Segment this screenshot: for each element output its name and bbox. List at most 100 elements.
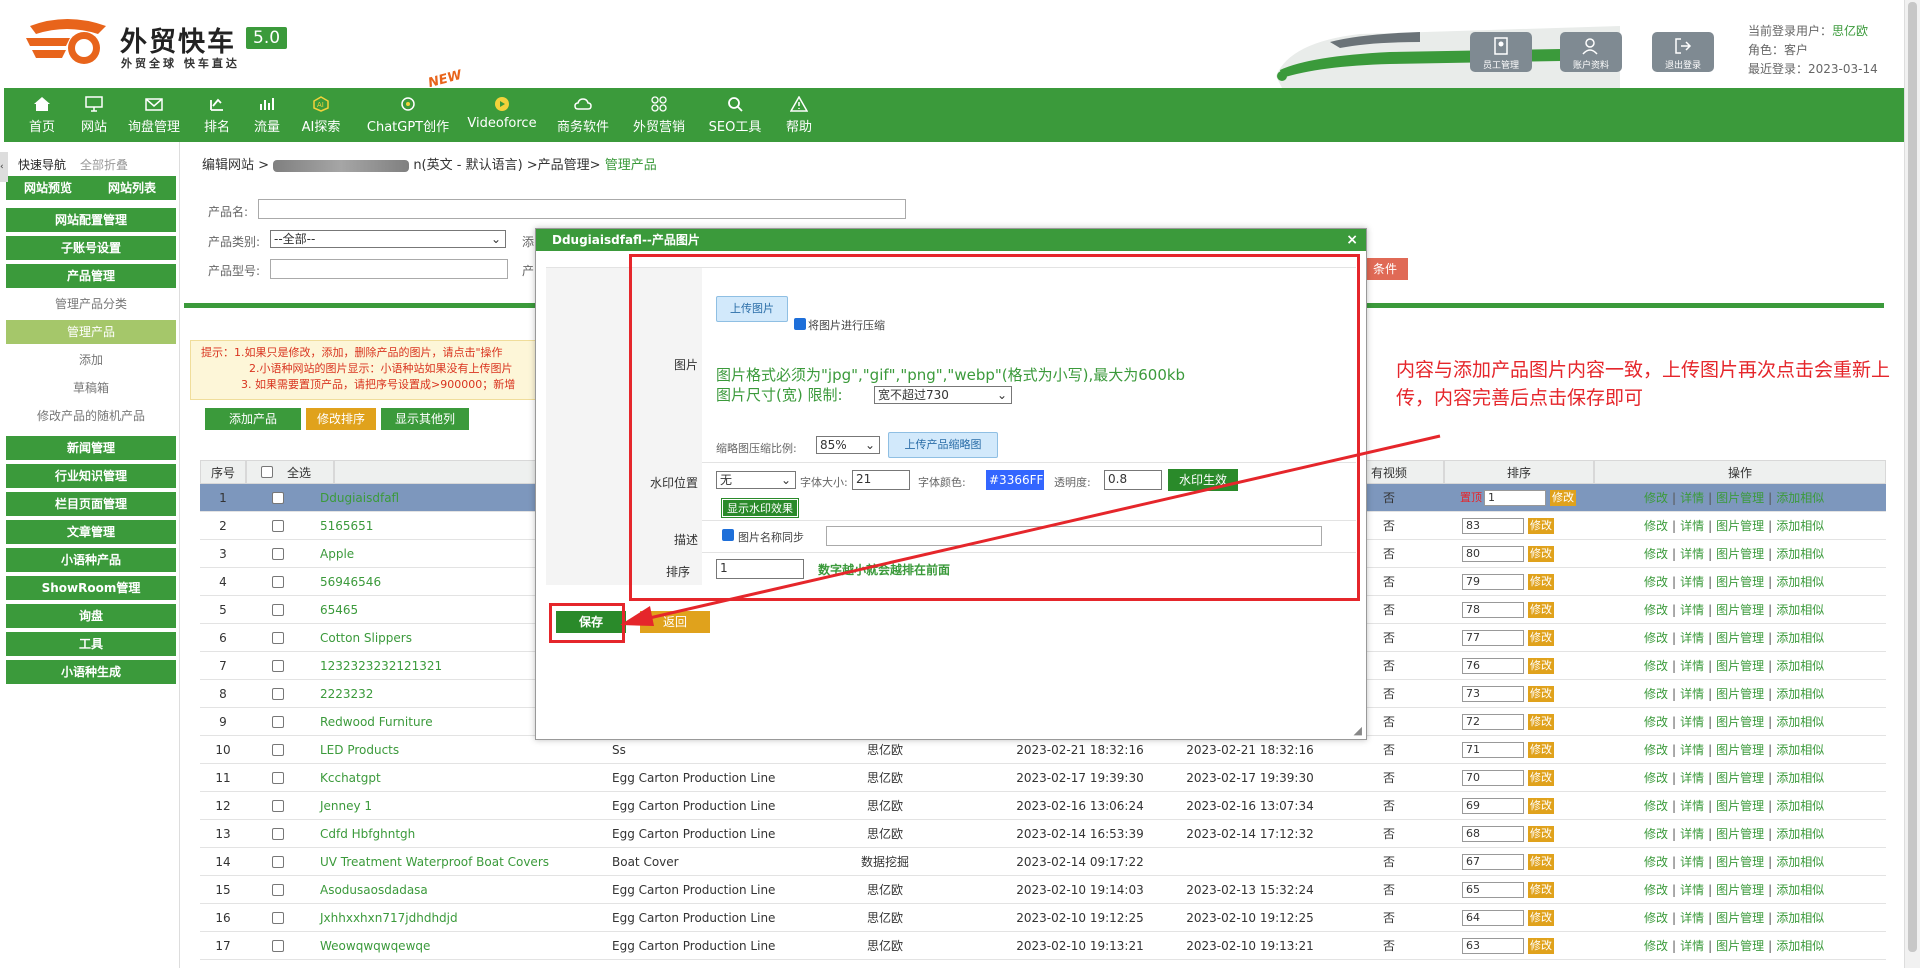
quick-nav-tab[interactable]: 快速导航 — [18, 156, 66, 173]
category-select[interactable]: --全部-- ⌄ — [270, 230, 506, 248]
search-condition-button[interactable]: 条件 — [1362, 258, 1408, 280]
site-list-button[interactable]: 网站列表 — [108, 176, 156, 200]
edit-link[interactable]: 修改 — [1644, 799, 1668, 813]
add-similar-link[interactable]: 添加相似 — [1776, 631, 1824, 645]
cell-product-name[interactable]: LED Products — [320, 736, 610, 764]
nav-ai-explore[interactable]: AI AI探索 — [298, 88, 344, 142]
sidebar-item[interactable]: 修改产品的随机产品 — [6, 404, 176, 428]
detail-link[interactable]: 详情 — [1680, 575, 1704, 589]
nav-videoforce[interactable]: Videoforce — [466, 88, 538, 142]
row-checkbox[interactable] — [272, 520, 284, 532]
image-manage-link[interactable]: 图片管理 — [1716, 547, 1764, 561]
sort-input[interactable]: 73 — [1462, 686, 1524, 702]
add-similar-link[interactable]: 添加相似 — [1776, 547, 1824, 561]
image-manage-link[interactable]: 图片管理 — [1716, 799, 1764, 813]
detail-link[interactable]: 详情 — [1680, 631, 1704, 645]
detail-link[interactable]: 详情 — [1680, 715, 1704, 729]
edit-link[interactable]: 修改 — [1644, 771, 1668, 785]
sidebar-toggle-handle[interactable]: ‹ — [0, 152, 8, 182]
row-checkbox[interactable] — [272, 744, 284, 756]
close-icon[interactable]: × — [1346, 229, 1358, 251]
select-all-checkbox[interactable] — [261, 466, 273, 478]
edit-link[interactable]: 修改 — [1644, 659, 1668, 673]
sort-save-button[interactable]: 修改 — [1528, 658, 1554, 674]
row-checkbox[interactable] — [272, 492, 284, 504]
back-button[interactable]: 返回 — [640, 611, 710, 633]
edit-link[interactable]: 修改 — [1644, 631, 1668, 645]
sidebar-item[interactable]: 草稿箱 — [6, 376, 176, 400]
sidebar-item[interactable]: ShowRoom管理 — [6, 576, 176, 600]
edit-link[interactable]: 修改 — [1644, 827, 1668, 841]
sort-save-button[interactable]: 修改 — [1528, 742, 1554, 758]
account-info-button[interactable]: 账户资料 — [1560, 32, 1622, 72]
add-similar-link[interactable]: 添加相似 — [1776, 799, 1824, 813]
sidebar-item[interactable]: 小语种生成 — [6, 660, 176, 684]
edit-link[interactable]: 修改 — [1644, 715, 1668, 729]
add-similar-link[interactable]: 添加相似 — [1776, 827, 1824, 841]
sort-save-button[interactable]: 修改 — [1528, 714, 1554, 730]
add-similar-link[interactable]: 添加相似 — [1776, 491, 1824, 505]
sort-save-button[interactable]: 修改 — [1528, 686, 1554, 702]
sort-save-button[interactable]: 修改 — [1528, 854, 1554, 870]
cell-product-name[interactable]: Weowqwqwqewqe — [320, 932, 610, 960]
row-checkbox[interactable] — [272, 912, 284, 924]
row-checkbox[interactable] — [272, 716, 284, 728]
image-manage-link[interactable]: 图片管理 — [1716, 575, 1764, 589]
detail-link[interactable]: 详情 — [1680, 799, 1704, 813]
row-checkbox[interactable] — [272, 660, 284, 672]
row-checkbox[interactable] — [272, 940, 284, 952]
breadcrumb-middle[interactable]: n(英文 - 默认语言) >产品管理> — [413, 158, 600, 173]
add-similar-link[interactable]: 添加相似 — [1776, 659, 1824, 673]
nav-chatgpt[interactable]: ChatGPT创作 — [362, 88, 454, 142]
add-similar-link[interactable]: 添加相似 — [1776, 603, 1824, 617]
image-manage-link[interactable]: 图片管理 — [1716, 939, 1764, 953]
cell-product-name[interactable]: Cdfd Hbfghntgh — [320, 820, 610, 848]
detail-link[interactable]: 详情 — [1680, 659, 1704, 673]
row-checkbox[interactable] — [272, 548, 284, 560]
edit-link[interactable]: 修改 — [1644, 603, 1668, 617]
model-input[interactable] — [270, 259, 508, 279]
sidebar-item[interactable]: 栏目页面管理 — [6, 492, 176, 516]
sidebar-item[interactable]: 行业知识管理 — [6, 464, 176, 488]
sort-save-button[interactable]: 修改 — [1528, 574, 1554, 590]
scrollbar-thumb[interactable] — [1908, 2, 1917, 952]
sort-input[interactable]: 68 — [1462, 826, 1524, 842]
nav-website[interactable]: 网站 — [74, 88, 114, 142]
detail-link[interactable]: 详情 — [1680, 855, 1704, 869]
detail-link[interactable]: 详情 — [1680, 743, 1704, 757]
edit-link[interactable]: 修改 — [1644, 519, 1668, 533]
sort-input[interactable]: 77 — [1462, 630, 1524, 646]
nav-inquiry[interactable]: 询盘管理 — [124, 88, 184, 142]
edit-link[interactable]: 修改 — [1644, 687, 1668, 701]
sort-input[interactable]: 63 — [1462, 938, 1524, 954]
sidebar-item[interactable]: 网站配置管理 — [6, 208, 176, 232]
sort-input[interactable]: 79 — [1462, 574, 1524, 590]
image-manage-link[interactable]: 图片管理 — [1716, 883, 1764, 897]
row-checkbox[interactable] — [272, 632, 284, 644]
detail-link[interactable]: 详情 — [1680, 547, 1704, 561]
sort-save-button[interactable]: 修改 — [1528, 602, 1554, 618]
add-similar-link[interactable]: 添加相似 — [1776, 883, 1824, 897]
add-similar-link[interactable]: 添加相似 — [1776, 743, 1824, 757]
add-similar-link[interactable]: 添加相似 — [1776, 855, 1824, 869]
image-manage-link[interactable]: 图片管理 — [1716, 687, 1764, 701]
resize-handle-icon[interactable]: ◢ — [1354, 724, 1362, 737]
site-preview-button[interactable]: 网站预览 — [24, 176, 72, 200]
cell-product-name[interactable]: Kcchatgpt — [320, 764, 610, 792]
sort-input[interactable]: 67 — [1462, 854, 1524, 870]
staff-management-button[interactable]: 员工管理 — [1470, 32, 1532, 72]
image-manage-link[interactable]: 图片管理 — [1716, 827, 1764, 841]
row-checkbox[interactable] — [272, 856, 284, 868]
sidebar-item[interactable]: 新闻管理 — [6, 436, 176, 460]
sort-input[interactable]: 69 — [1462, 798, 1524, 814]
collapse-all-tab[interactable]: 全部折叠 — [80, 156, 128, 173]
sidebar-item[interactable]: 子账号设置 — [6, 236, 176, 260]
edit-link[interactable]: 修改 — [1644, 855, 1668, 869]
nav-home[interactable]: 首页 — [22, 88, 62, 142]
nav-help[interactable]: 帮助 — [782, 88, 816, 142]
sort-input[interactable]: 1 — [1484, 490, 1546, 506]
cell-product-name[interactable]: UV Treatment Waterproof Boat Covers — [320, 848, 610, 876]
sidebar-item[interactable]: 工具 — [6, 632, 176, 656]
add-similar-link[interactable]: 添加相似 — [1776, 771, 1824, 785]
row-checkbox[interactable] — [272, 800, 284, 812]
